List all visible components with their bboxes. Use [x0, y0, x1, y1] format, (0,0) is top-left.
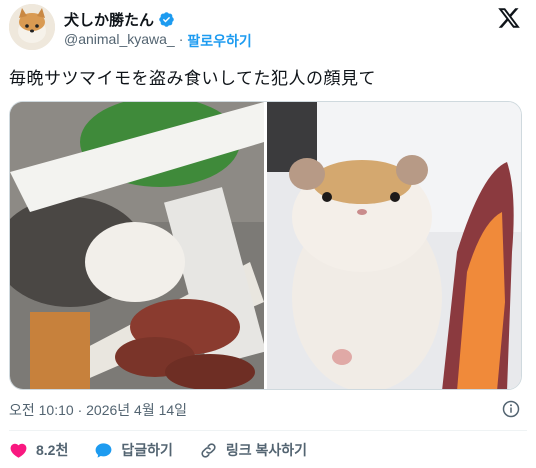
like-button[interactable]: 8.2천	[9, 440, 68, 460]
x-logo-icon[interactable]	[497, 6, 521, 30]
info-icon[interactable]	[502, 400, 520, 418]
photo-hamster-with-sweet-potato[interactable]	[267, 102, 522, 390]
reply-label: 답글하기	[121, 442, 173, 458]
reply-button[interactable]: 답글하기	[94, 440, 173, 460]
follow-button[interactable]: 팔로우하기	[187, 31, 251, 51]
copy-link-label: 링크 복사하기	[225, 442, 308, 458]
heart-icon	[10, 443, 27, 458]
tweet-text: 毎晩サツマイモを盗み食いしてた犯人の顔見て	[9, 69, 376, 88]
author-display-name[interactable]: 犬しか勝たん	[64, 9, 154, 30]
photo-hamster-in-basket[interactable]	[10, 102, 264, 390]
divider	[9, 430, 527, 431]
author-handle[interactable]: @animal_kyawa_	[64, 31, 175, 51]
reply-bubble-icon	[95, 442, 112, 458]
like-count: 8.2천	[36, 442, 69, 458]
media-grid[interactable]	[9, 101, 522, 390]
tweet-header: 犬しか勝たん @animal_kyawa_ · 팔로우하기	[0, 0, 536, 56]
verified-badge-icon	[159, 12, 174, 27]
separator-dot: ·	[178, 31, 184, 47]
link-icon	[201, 442, 216, 458]
tweet-timestamp[interactable]: 오전 10:10 · 2026년 4월 14일	[9, 400, 187, 420]
action-bar: 8.2천 답글하기 링크 복사하기	[9, 440, 333, 460]
copy-link-button[interactable]: 링크 복사하기	[199, 440, 307, 460]
avatar[interactable]	[9, 4, 55, 50]
